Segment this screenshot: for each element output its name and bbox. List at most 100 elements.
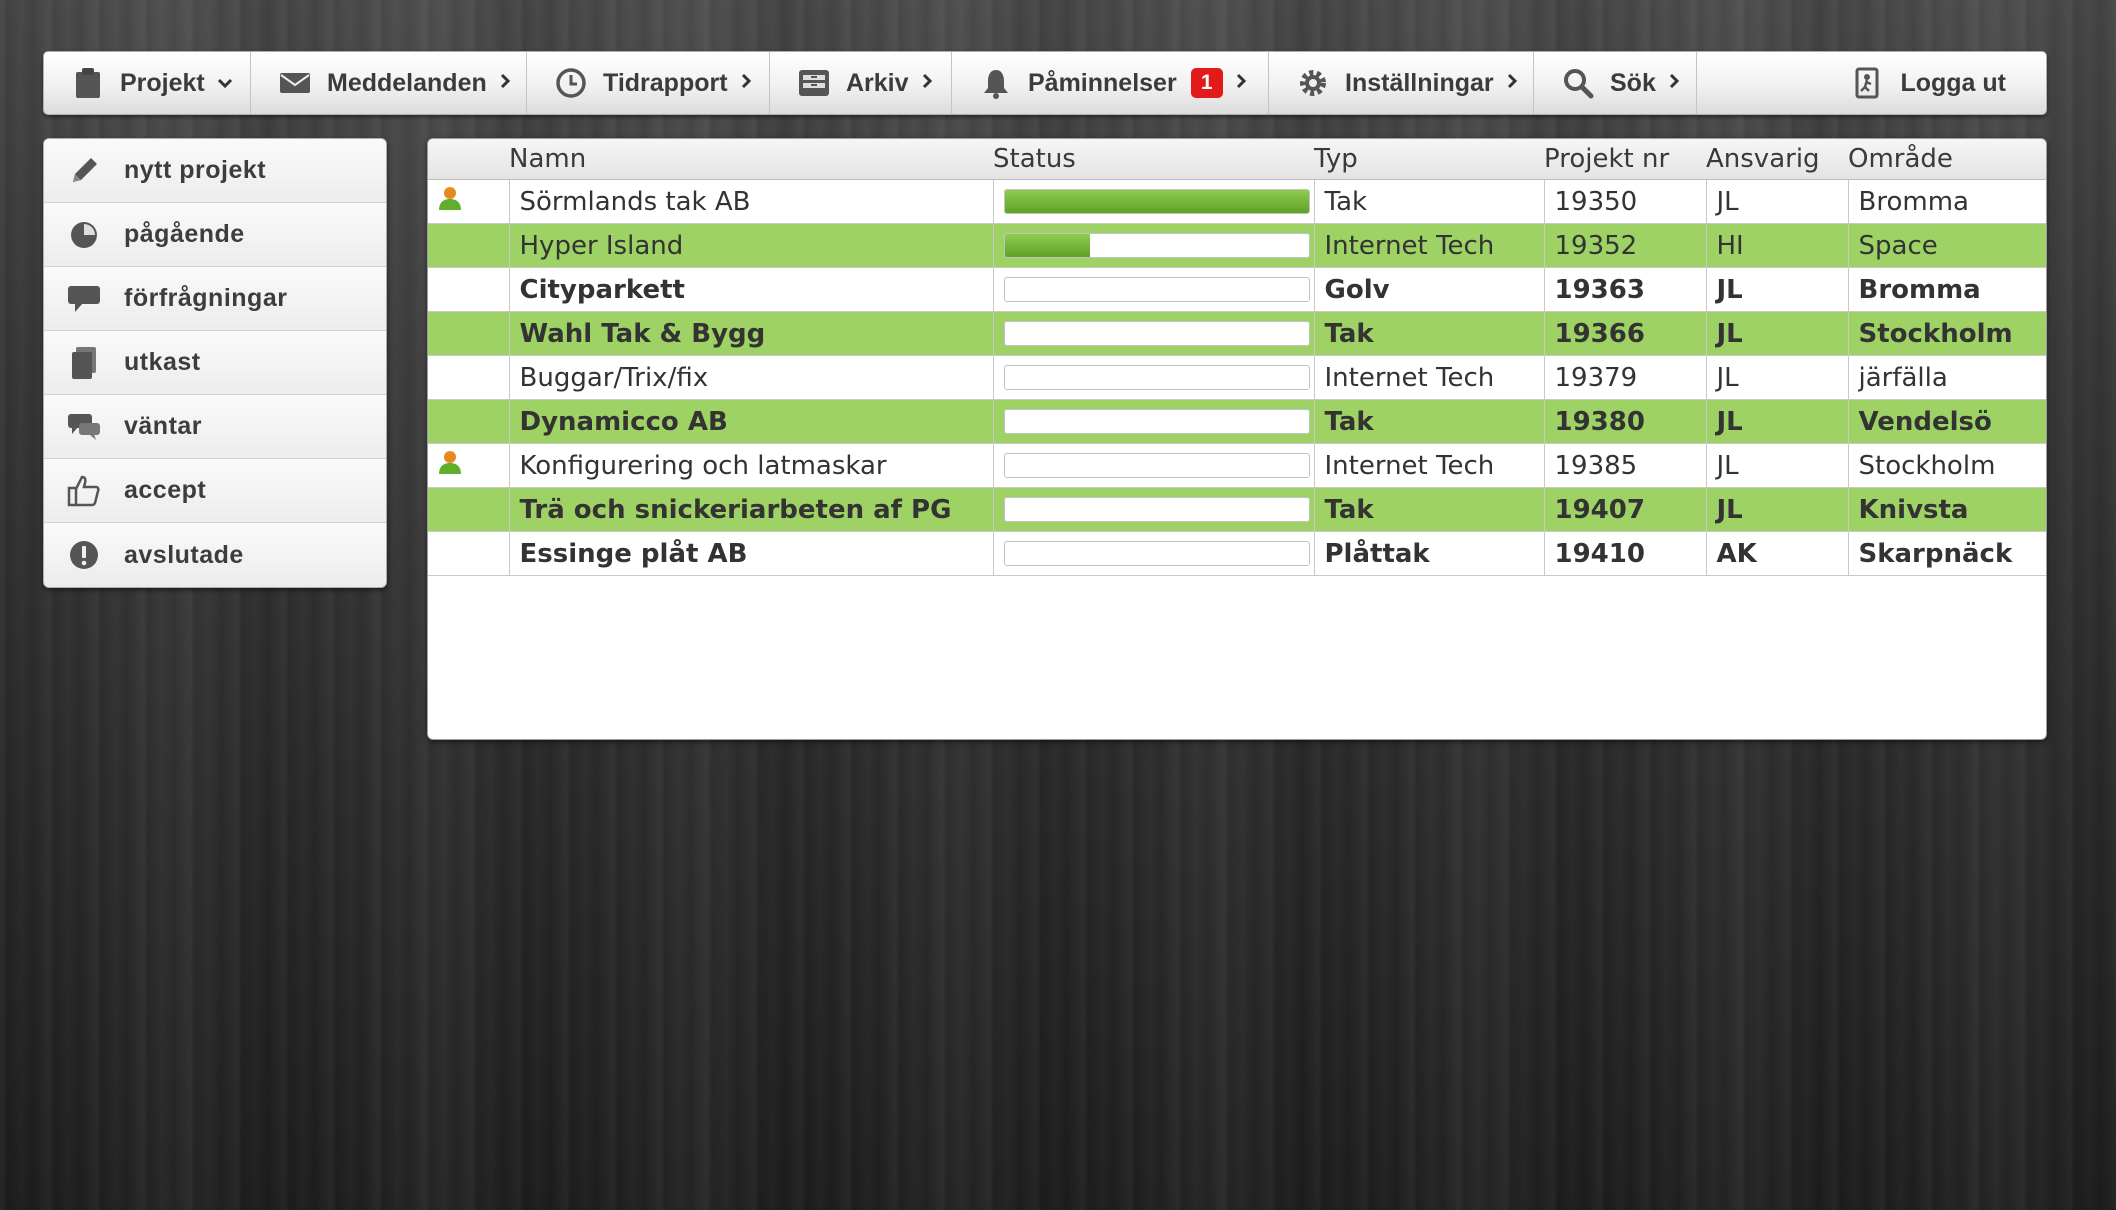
pie-icon: [64, 215, 104, 255]
nav-logga-ut[interactable]: Logga ut: [1824, 52, 2046, 114]
cell-namn[interactable]: Buggar/Trix/fix: [509, 355, 994, 400]
chat-bubbles-icon: [64, 407, 104, 447]
cell-namn[interactable]: Essinge plåt AB: [509, 531, 994, 576]
table-row[interactable]: Essinge plåt AB Plåttak 19410 AK Skarpnäck: [428, 531, 2046, 576]
progress-bar: [1003, 497, 1310, 522]
projects-panel: Namn Status Typ Projekt nr Ansvarig Områ…: [427, 138, 2047, 740]
chevron-right-icon: [921, 72, 933, 95]
nav-meddelanden-label: Meddelanden: [327, 68, 487, 97]
user-icon: [436, 187, 464, 219]
table-row[interactable]: Cityparkett Golv 19363 JL Bromma: [428, 267, 2046, 312]
envelope-icon: [279, 67, 311, 99]
table-row[interactable]: Dynamicco AB Tak 19380 JL Vendelsö: [428, 399, 2046, 444]
nav-installningar[interactable]: Inställningar: [1269, 52, 1534, 114]
cell-typ: Tak: [1314, 311, 1545, 356]
nav-paminnelser[interactable]: Påminnelser 1: [952, 52, 1269, 114]
nav-projekt[interactable]: Projekt: [44, 52, 251, 114]
nav-sok[interactable]: Sök: [1534, 52, 1697, 114]
column-header-status[interactable]: Status: [993, 139, 1314, 180]
projects-table: Namn Status Typ Projekt nr Ansvarig Områ…: [428, 139, 2046, 576]
table-row[interactable]: Trä och snickeriarbeten af PG Tak 19407 JL K…: [428, 487, 2046, 532]
cell-ansvarig: HI: [1706, 223, 1849, 268]
cell-namn[interactable]: Trä och snickeriarbeten af PG: [509, 487, 994, 532]
column-header-omrade[interactable]: Område: [1848, 139, 2046, 180]
sidebar-item-forfragningar[interactable]: förfrågningar: [44, 267, 386, 331]
cell-namn[interactable]: Konfigurering och latmaskar: [509, 443, 994, 488]
sidebar-item-utkast[interactable]: utkast: [44, 331, 386, 395]
cell-projekt-nr: 19352: [1544, 223, 1707, 268]
cell-omrade: Space: [1848, 223, 2046, 268]
column-header-namn[interactable]: Namn: [509, 139, 993, 180]
sidebar-item-label: nytt projekt: [124, 156, 267, 184]
table-row[interactable]: Wahl Tak & Bygg Tak 19366 JL Stockholm: [428, 311, 2046, 356]
progress-bar: [1003, 321, 1310, 346]
cell-projekt-nr: 19410: [1544, 531, 1707, 576]
nav-meddelanden[interactable]: Meddelanden: [251, 52, 527, 114]
cell-omrade: Stockholm: [1848, 311, 2046, 356]
exclamation-icon: [64, 535, 104, 575]
cell-omrade: Bromma: [1848, 179, 2046, 224]
nav-sok-label: Sök: [1610, 68, 1656, 97]
table-row[interactable]: Hyper Island Internet Tech 19352 HI Space: [428, 223, 2046, 268]
row-marker: [428, 179, 510, 224]
cell-projekt-nr: 19385: [1544, 443, 1707, 488]
table-row[interactable]: Konfigurering och latmaskar Internet Tech…: [428, 443, 2046, 488]
column-header-projekt-nr[interactable]: Projekt nr: [1544, 139, 1706, 180]
cell-status: [993, 443, 1315, 488]
sidebar-item-accept[interactable]: accept: [44, 459, 386, 523]
cell-status: [993, 223, 1315, 268]
nav-tidrapport[interactable]: Tidrapport: [527, 52, 770, 114]
cell-namn[interactable]: Cityparkett: [509, 267, 994, 312]
table-row[interactable]: Sörmlands tak AB Tak 19350 JL Bromma: [428, 179, 2046, 224]
cell-status: [993, 355, 1315, 400]
sidebar-item-avslutade[interactable]: avslutade: [44, 523, 386, 587]
sidebar-item-label: pågående: [124, 220, 245, 248]
cell-typ: Tak: [1314, 399, 1545, 444]
cell-projekt-nr: 19366: [1544, 311, 1707, 356]
row-marker: [428, 531, 510, 576]
row-marker: [428, 311, 510, 356]
cell-typ: Tak: [1314, 179, 1545, 224]
cell-typ: Tak: [1314, 487, 1545, 532]
sidebar-item-vantar[interactable]: väntar: [44, 395, 386, 459]
column-header-ansvarig[interactable]: Ansvarig: [1706, 139, 1848, 180]
cell-ansvarig: JL: [1706, 443, 1849, 488]
speech-bubble-icon: [64, 279, 104, 319]
archive-icon: [798, 67, 830, 99]
search-icon: [1562, 67, 1594, 99]
notification-badge: 1: [1190, 68, 1223, 98]
row-marker: [428, 355, 510, 400]
cell-projekt-nr: 19380: [1544, 399, 1707, 444]
progress-bar: [1003, 453, 1310, 478]
clipboard-icon: [72, 67, 104, 99]
row-marker: [428, 399, 510, 444]
progress-fill: [1004, 190, 1309, 213]
cell-ansvarig: AK: [1706, 531, 1849, 576]
row-marker: [428, 223, 510, 268]
sidebar-item-label: avslutade: [124, 540, 244, 569]
cell-typ: Internet Tech: [1314, 223, 1545, 268]
cell-namn[interactable]: Hyper Island: [509, 223, 994, 268]
cell-namn[interactable]: Sörmlands tak AB: [509, 179, 994, 224]
column-header-mark: [428, 139, 509, 180]
draft-icon: [64, 343, 104, 383]
sidebar-item-nytt-projekt[interactable]: nytt projekt: [44, 139, 386, 203]
progress-bar: [1003, 233, 1310, 258]
nav-arkiv[interactable]: Arkiv: [770, 52, 952, 114]
cell-typ: Golv: [1314, 267, 1545, 312]
cell-namn[interactable]: Wahl Tak & Bygg: [509, 311, 994, 356]
table-header-row: Namn Status Typ Projekt nr Ansvarig Områ…: [428, 139, 2046, 180]
cell-omrade: Vendelsö: [1848, 399, 2046, 444]
chevron-right-icon: [1235, 72, 1247, 95]
progress-bar: [1003, 409, 1310, 434]
table-row[interactable]: Buggar/Trix/fix Internet Tech 19379 JL järfä…: [428, 355, 2046, 400]
gear-icon: [1297, 67, 1329, 99]
column-header-typ[interactable]: Typ: [1314, 139, 1544, 180]
sidebar-item-pagaende[interactable]: pågående: [44, 203, 386, 267]
logout-icon: [1852, 67, 1884, 99]
progress-bar: [1003, 277, 1310, 302]
cell-ansvarig: JL: [1706, 311, 1849, 356]
cell-typ: Plåttak: [1314, 531, 1545, 576]
cell-namn[interactable]: Dynamicco AB: [509, 399, 994, 444]
chevron-down-icon: [217, 72, 233, 95]
